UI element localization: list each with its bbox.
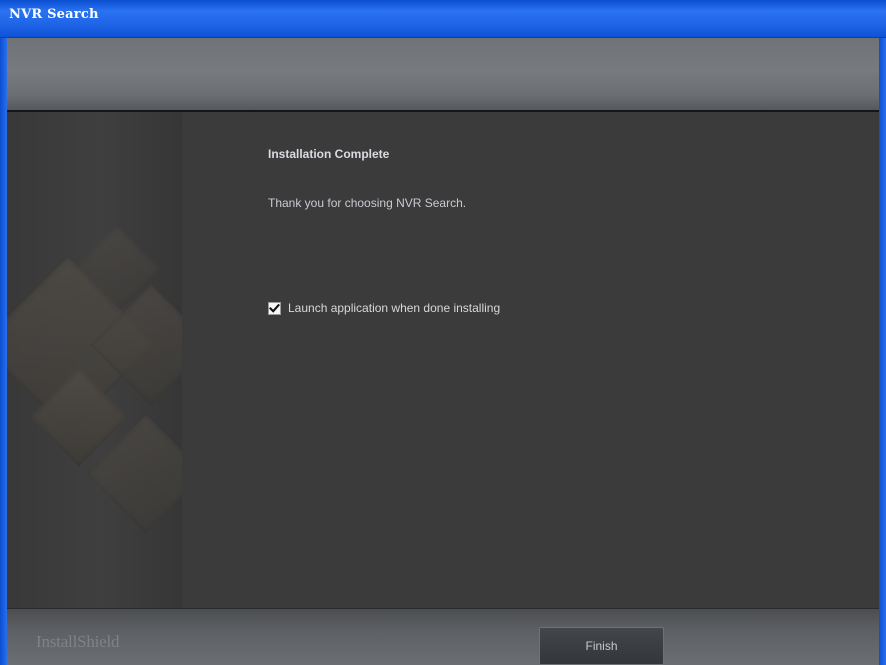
window-title: NVR Search bbox=[9, 7, 99, 22]
title-bar: NVR Search bbox=[0, 0, 886, 38]
content-panel: Installation Complete Thank you for choo… bbox=[0, 112, 886, 608]
launch-application-checkbox[interactable] bbox=[268, 301, 281, 315]
finish-button[interactable]: Finish bbox=[539, 627, 664, 665]
installer-window: NVR Search Installation Complete Thank y… bbox=[0, 0, 886, 665]
decorative-graphic bbox=[0, 112, 182, 608]
check-icon bbox=[269, 303, 280, 313]
header-banner bbox=[0, 38, 886, 112]
thank-you-message: Thank you for choosing NVR Search. bbox=[268, 196, 467, 210]
footer-bar: InstallShield Finish bbox=[0, 608, 886, 665]
installshield-logo: InstallShield bbox=[36, 632, 120, 651]
launch-application-option[interactable]: Launch application when done installing bbox=[268, 300, 500, 316]
page-heading: Installation Complete bbox=[268, 147, 390, 161]
launch-application-label: Launch application when done installing bbox=[288, 301, 501, 315]
